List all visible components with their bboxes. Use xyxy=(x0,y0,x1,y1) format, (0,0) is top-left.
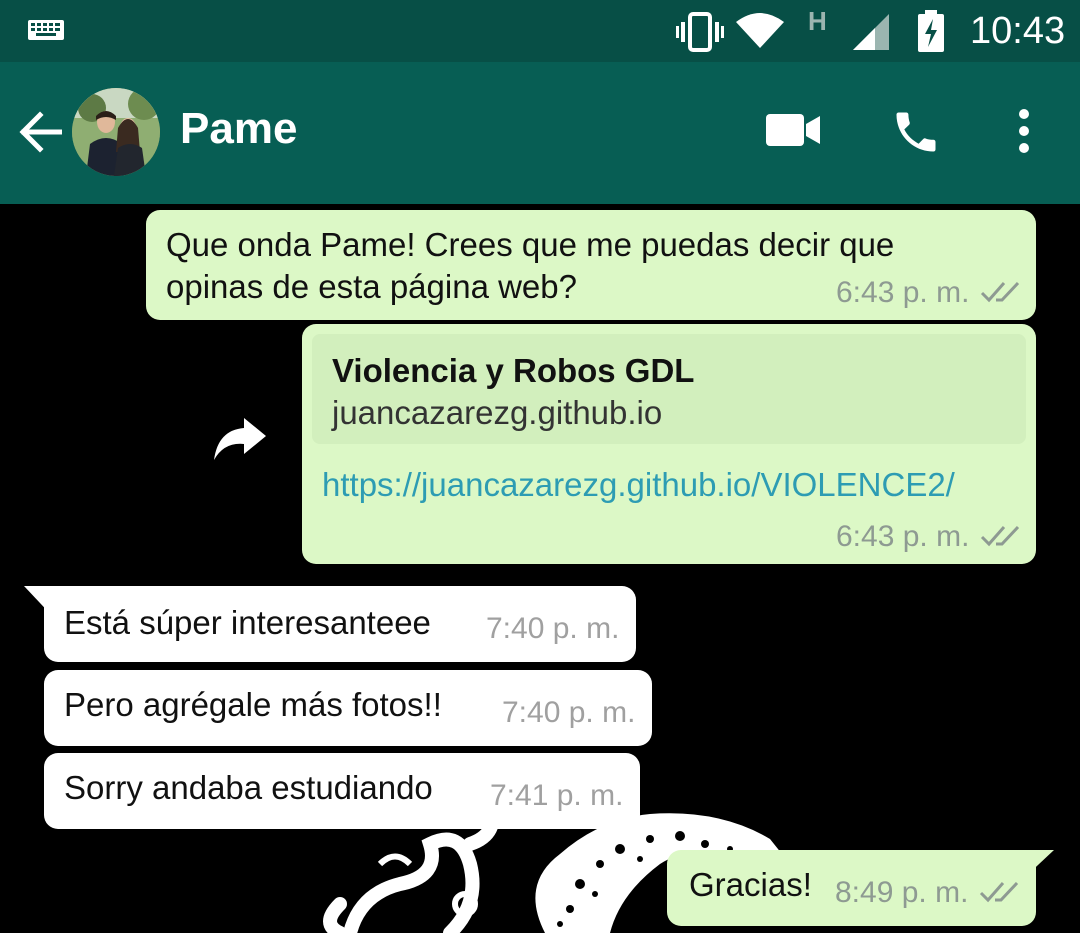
message-text: Pero agrégale más fotos!! xyxy=(64,686,442,723)
contact-name[interactable]: Pame xyxy=(180,104,297,154)
incoming-message[interactable]: Sorry andaba estudiando 7:41 p. m. xyxy=(44,753,640,829)
status-bar: H 10:43 xyxy=(0,0,1080,62)
contact-avatar[interactable] xyxy=(72,88,160,176)
message-time: 7:40 p. m. xyxy=(486,612,620,645)
message-text: Gracias! xyxy=(689,866,812,903)
message-text-line: opinas de esta página web? xyxy=(166,268,577,305)
delivered-ticks-icon xyxy=(980,280,1020,309)
incoming-message[interactable]: Está súper interesanteee 7:40 p. m. xyxy=(44,586,636,662)
delivered-ticks-icon xyxy=(979,880,1019,909)
message-time: 6:43 p. m. xyxy=(836,276,970,309)
forward-icon[interactable] xyxy=(210,414,268,467)
battery-charging-icon xyxy=(916,10,946,57)
chat-area[interactable]: Que onda Pame! Crees que me puedas decir… xyxy=(0,204,1080,933)
message-text: Está súper interesanteee xyxy=(64,604,431,641)
delivered-ticks-icon xyxy=(980,524,1020,553)
incoming-message[interactable]: Pero agrégale más fotos!! 7:40 p. m. xyxy=(44,670,652,746)
message-link[interactable]: https://juancazarezg.github.io/VIOLENCE2… xyxy=(322,466,955,504)
more-options-icon[interactable] xyxy=(1010,108,1038,159)
network-type-label: H xyxy=(808,6,827,36)
signal-icon xyxy=(853,14,891,57)
video-call-icon[interactable] xyxy=(766,112,822,153)
outgoing-link-message[interactable]: Violencia y Robos GDL juancazarezg.githu… xyxy=(302,324,1036,564)
keyboard-icon xyxy=(28,20,64,45)
chat-header: Pame xyxy=(0,62,1080,204)
vibrate-icon xyxy=(676,12,724,57)
status-clock: 10:43 xyxy=(970,10,1066,52)
message-time: 7:40 p. m. xyxy=(502,696,636,729)
message-text-line: Que onda Pame! Crees que me puedas decir… xyxy=(166,226,895,263)
link-preview-domain: juancazarezg.github.io xyxy=(332,394,663,431)
message-time: 7:41 p. m. xyxy=(490,779,624,812)
link-preview-title: Violencia y Robos GDL xyxy=(332,352,695,389)
message-time: 8:49 p. m. xyxy=(835,876,969,909)
outgoing-message[interactable]: Que onda Pame! Crees que me puedas decir… xyxy=(146,210,1036,320)
outgoing-message[interactable]: Gracias! 8:49 p. m. xyxy=(667,850,1036,926)
link-preview-card[interactable]: Violencia y Robos GDL juancazarezg.githu… xyxy=(312,334,1026,444)
back-arrow-icon[interactable] xyxy=(18,110,63,159)
wifi-icon xyxy=(736,12,784,55)
voice-call-icon[interactable] xyxy=(890,106,942,163)
message-time: 6:43 p. m. xyxy=(836,520,970,553)
message-text: Sorry andaba estudiando xyxy=(64,769,433,806)
